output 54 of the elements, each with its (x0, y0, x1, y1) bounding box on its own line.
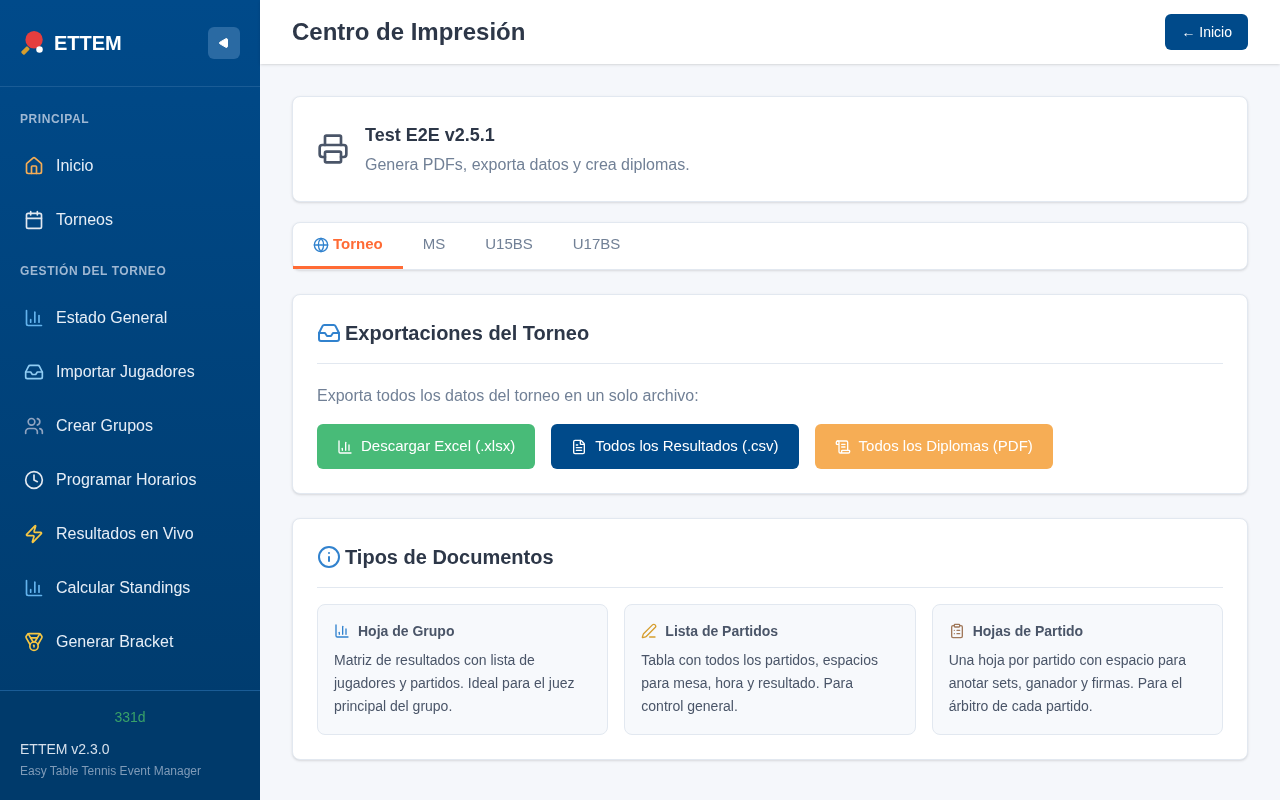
section-heading: GESTIÓN DEL TORNEO (19, 263, 168, 279)
days-remaining-label: 331d (113, 708, 147, 727)
exports-description: Exporta todos los datos del torneo en un solo archivo: (317, 386, 700, 406)
nav-item[interactable]: Inicio (0, 139, 260, 193)
nav-item[interactable]: Programar Horarios (0, 453, 260, 507)
tab[interactable]: U17BS (552, 223, 641, 269)
scroll-icon (834, 438, 851, 455)
nav-item[interactable]: Estado General (0, 291, 260, 345)
nav-item[interactable]: Resultados en Vivo (0, 507, 260, 561)
app-tagline: Easy Table Tennis Event Manager (20, 763, 202, 779)
bar-chart-icon (24, 308, 44, 328)
back-button[interactable]: ← Inicio (1165, 14, 1248, 50)
tab[interactable]: MS (402, 223, 466, 269)
collapse-icon (218, 37, 230, 49)
info-icon (317, 545, 341, 569)
bar-chart-icon (337, 438, 353, 455)
brand-name: ETTEM (54, 31, 122, 56)
doc-type-title: Lista de Partidos (665, 622, 779, 641)
paddle-icon (20, 30, 46, 56)
section-title: Exportaciones del Torneo (345, 321, 590, 346)
medal-icon (24, 632, 44, 652)
page-title: Centro de Impresión (292, 17, 526, 47)
section-title: Tipos de Documentos (345, 545, 554, 570)
calendar-icon (24, 210, 44, 230)
doc-type-description: Una hoja por partido con espacio para anotar sets, ganador y firmas. Para el árbitro de cada partido. (948, 651, 1188, 716)
nav-item[interactable]: Crear Grupos (0, 399, 260, 453)
section-heading: PRINCIPAL (19, 111, 91, 127)
inbox-icon (24, 362, 44, 382)
doc-type-title: Hojas de Partido (972, 622, 1084, 641)
tournament-name: Test E2E v2.5.1 (365, 124, 496, 147)
bar-chart-icon (334, 623, 350, 639)
nav-item[interactable]: Importar Jugadores (0, 345, 260, 399)
tab[interactable]: U15BS (465, 223, 553, 269)
doc-type-description: Tabla con todos los partidos, espacios para mesa, hora y resultado. Para control general. (641, 651, 879, 716)
clock-icon (24, 470, 44, 490)
clipboard-icon (948, 623, 965, 639)
nav-item[interactable]: Generar Bracket (0, 615, 260, 669)
nav-item[interactable]: Calcular Standings (0, 561, 260, 615)
users-icon (24, 416, 44, 436)
doc-type-title: Hoja de Grupo (358, 622, 455, 641)
house-icon (24, 156, 44, 176)
tournament-subtitle: Genera PDFs, exporta datos y crea diplomas. (365, 155, 690, 175)
inbox-icon (317, 321, 341, 345)
nav-item[interactable]: Torneos (0, 193, 260, 247)
pencil-icon (641, 623, 658, 639)
export-button[interactable]: Todos los Resultados (.csv) (551, 424, 799, 469)
document-icon (571, 438, 588, 455)
doc-type-description: Matriz de resultados con lista de jugadores y partidos. Ideal para el juez principal del grupo. (334, 651, 576, 716)
collapse-button[interactable] (208, 27, 240, 59)
globe-icon (313, 236, 329, 253)
app-version: ETTEM v2.3.0 (20, 740, 111, 759)
lightning-icon (24, 524, 44, 544)
printer-icon (317, 133, 349, 165)
bar-chart-icon (24, 578, 44, 598)
